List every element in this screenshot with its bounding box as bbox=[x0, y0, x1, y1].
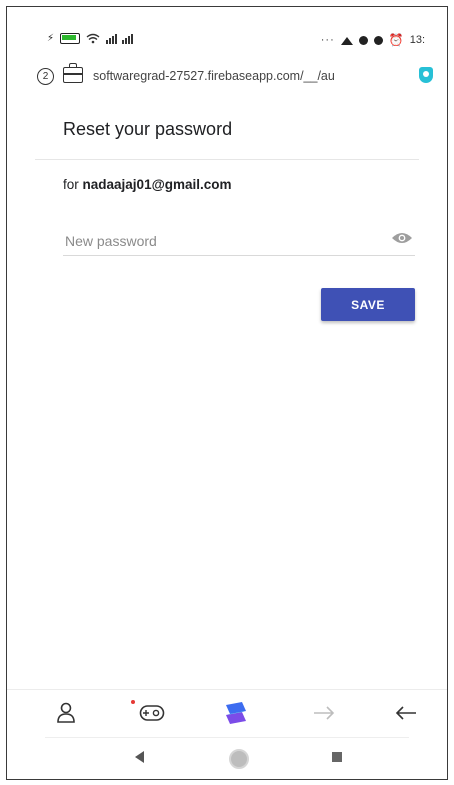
game-controller-icon bbox=[139, 705, 165, 721]
status-left: ⚡ bbox=[47, 33, 136, 44]
nav-divider bbox=[45, 737, 409, 738]
status-right: ··· ⏰ 13: bbox=[321, 33, 425, 47]
games-button[interactable] bbox=[137, 698, 167, 728]
signal-icon bbox=[106, 33, 134, 44]
url-text[interactable]: softwaregrad-27527.firebaseapp.com/__/au bbox=[93, 69, 405, 83]
back-button[interactable] bbox=[391, 698, 421, 728]
new-password-input[interactable] bbox=[63, 229, 377, 253]
more-icon: ··· bbox=[320, 34, 335, 46]
battery-icon bbox=[60, 33, 81, 44]
profile-button[interactable] bbox=[51, 698, 81, 728]
profile-icon bbox=[57, 702, 75, 723]
system-nav-bar bbox=[7, 737, 447, 779]
briefcase-icon[interactable] bbox=[63, 63, 83, 83]
tab-count-button[interactable]: 2 bbox=[37, 68, 54, 85]
phone-screen: ⚡ ··· ⏰ 13: 2 softwaregrad-27527.firebas… bbox=[6, 6, 448, 780]
notification-dot bbox=[131, 700, 135, 704]
for-prefix: for bbox=[63, 177, 79, 192]
save-button[interactable]: SAVE bbox=[321, 288, 415, 321]
browser-bottom-toolbar bbox=[7, 689, 447, 736]
browser-home-button[interactable] bbox=[221, 698, 251, 728]
charging-icon: ⚡ bbox=[47, 33, 55, 44]
circle-icon bbox=[358, 35, 368, 45]
page-header: Reset your password bbox=[35, 103, 419, 160]
clock-text: 13: bbox=[409, 34, 425, 46]
forward-arrow-icon bbox=[314, 706, 335, 720]
system-recents-icon[interactable] bbox=[332, 752, 342, 762]
location-icon bbox=[373, 35, 383, 45]
back-arrow-icon bbox=[395, 706, 416, 720]
eye-icon[interactable] bbox=[391, 231, 413, 245]
alarm-icon: ⏰ bbox=[388, 33, 404, 47]
shield-icon[interactable] bbox=[419, 67, 433, 83]
page-title: Reset your password bbox=[63, 119, 233, 139]
browser-url-bar[interactable]: 2 softwaregrad-27527.firebaseapp.com/__/… bbox=[7, 59, 447, 93]
email-line: for nadaajaj01@gmail.com bbox=[63, 177, 232, 192]
status-bar: ⚡ ··· ⏰ 13: bbox=[7, 7, 447, 55]
forward-button[interactable] bbox=[309, 698, 339, 728]
wifi-icon bbox=[86, 33, 100, 44]
new-password-field[interactable] bbox=[63, 225, 415, 256]
system-home-icon[interactable] bbox=[229, 749, 249, 769]
system-back-icon[interactable] bbox=[135, 751, 144, 763]
cloud-icon bbox=[340, 36, 353, 45]
email-text: nadaajaj01@gmail.com bbox=[82, 177, 232, 192]
browser-logo-icon bbox=[226, 702, 246, 724]
